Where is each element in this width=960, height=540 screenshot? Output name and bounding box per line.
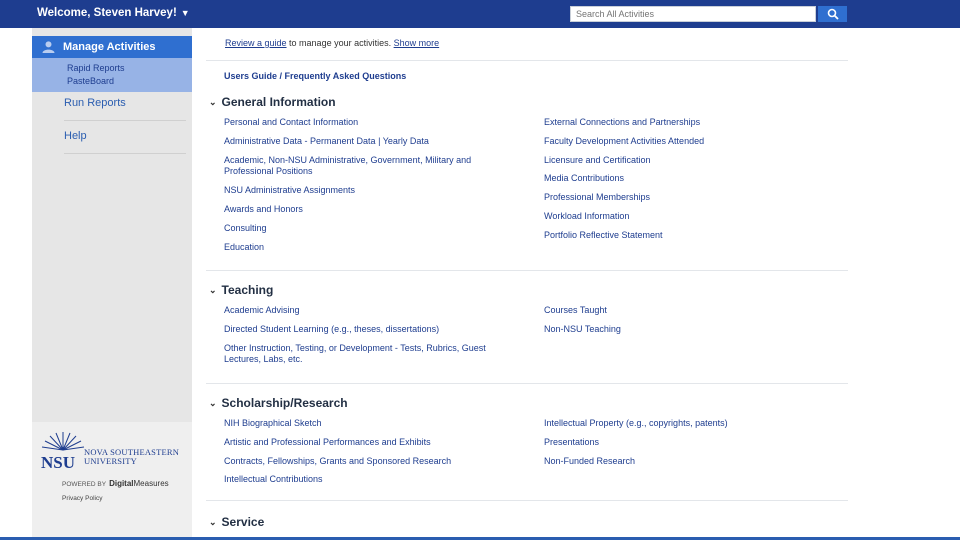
section-service[interactable]: ⌄ Service	[209, 515, 264, 529]
section-teaching[interactable]: ⌄ Teaching	[209, 283, 273, 297]
chevron-down-icon: ⌄	[209, 96, 217, 107]
search-icon	[827, 8, 839, 20]
nav-run-reports[interactable]: Run Reports	[64, 97, 126, 109]
activity-link[interactable]: Education	[224, 242, 264, 253]
activity-link[interactable]: Non-NSU Teaching	[544, 324, 621, 335]
activity-link[interactable]: Non-Funded Research	[544, 456, 635, 467]
activity-link[interactable]: Directed Student Learning (e.g., theses,…	[224, 324, 439, 335]
nav-help[interactable]: Help	[64, 130, 87, 142]
nav-pasteboard[interactable]: PasteBoard	[67, 76, 114, 86]
user-icon	[42, 41, 55, 53]
activity-link[interactable]: NIH Biographical Sketch	[224, 418, 322, 429]
activity-link[interactable]: Other Instruction, Testing, or Developme…	[224, 343, 494, 365]
chevron-down-icon: ⌄	[209, 516, 217, 527]
nav-manage-activities-label: Manage Activities	[63, 41, 156, 53]
activity-link[interactable]: Intellectual Contributions	[224, 474, 323, 485]
main-content: Review a guide to manage your activities…	[206, 28, 848, 540]
nsu-logo-icon: NSU	[41, 432, 85, 472]
activity-link[interactable]: NSU Administrative Assignments	[224, 185, 355, 196]
users-guide-link[interactable]: Users Guide / Frequently Asked Questions	[224, 71, 406, 81]
activity-link[interactable]: Presentations	[544, 437, 599, 448]
activity-link[interactable]: Contracts, Fellowships, Grants and Spons…	[224, 456, 451, 467]
dm-bold: Digital	[109, 479, 134, 488]
activity-link[interactable]: Courses Taught	[544, 305, 607, 316]
privacy-policy-link[interactable]: Privacy Policy	[62, 495, 102, 502]
review-guide-text: to manage your activities.	[286, 38, 394, 48]
activity-link[interactable]: Academic, Non-NSU Administrative, Govern…	[224, 155, 494, 177]
activity-link[interactable]: Professional Memberships	[544, 192, 650, 203]
divider	[206, 383, 848, 384]
show-more-link[interactable]: Show more	[394, 38, 440, 48]
search-input[interactable]	[570, 6, 816, 22]
university-name-line2: UNIVERSITY	[84, 456, 137, 466]
digital-measures-logo: DigitalMeasures	[109, 479, 169, 488]
section-title: General Information	[221, 95, 336, 109]
activity-link[interactable]: Licensure and Certification	[544, 155, 651, 166]
dm-suffix: Measures	[133, 479, 169, 488]
activity-link[interactable]: Workload Information	[544, 211, 629, 222]
section-title: Teaching	[221, 283, 274, 297]
divider	[64, 120, 186, 121]
activity-link[interactable]: Faculty Development Activities Attended	[544, 136, 704, 147]
activity-link[interactable]: Portfolio Reflective Statement	[544, 230, 663, 241]
welcome-text: Welcome, Steven Harvey!	[37, 7, 177, 19]
nav-rapid-reports[interactable]: Rapid Reports	[67, 63, 125, 73]
section-title: Service	[221, 515, 265, 529]
activity-link[interactable]: Awards and Honors	[224, 204, 303, 215]
nav-manage-activities[interactable]: Manage Activities	[32, 36, 192, 58]
divider	[206, 500, 848, 501]
chevron-down-icon: ⌄	[209, 397, 217, 408]
review-guide-line: Review a guide to manage your activities…	[225, 38, 439, 48]
top-bar: Welcome, Steven Harvey! ▼	[0, 0, 960, 28]
activity-link[interactable]: Administrative Data - Permanent Data | Y…	[224, 136, 429, 147]
activity-link[interactable]: Consulting	[224, 223, 267, 234]
powered-by-label: POWERED BY	[62, 481, 107, 488]
divider	[206, 270, 848, 271]
user-menu[interactable]: Welcome, Steven Harvey! ▼	[37, 7, 190, 19]
nsu-abbr: NSU	[41, 453, 75, 472]
divider	[206, 60, 848, 61]
nav-manage-activities-group: Manage Activities Rapid Reports PasteBoa…	[32, 36, 192, 92]
divider	[64, 153, 186, 154]
section-title: Scholarship/Research	[221, 396, 348, 410]
activity-link[interactable]: Media Contributions	[544, 173, 624, 184]
section-general-information[interactable]: ⌄ General Information	[209, 95, 336, 109]
branding-area: NSU NOVA SOUTHEASTERN UNIVERSITY POWERED…	[32, 422, 192, 540]
section-scholarship-research[interactable]: ⌄ Scholarship/Research	[209, 396, 348, 410]
search-button[interactable]	[818, 6, 847, 22]
powered-by: POWERED BY DigitalMeasures	[62, 479, 169, 488]
review-guide-link[interactable]: Review a guide	[225, 38, 287, 48]
chevron-down-icon: ⌄	[209, 284, 217, 295]
university-name: NOVA SOUTHEASTERN UNIVERSITY	[84, 448, 179, 466]
caret-down-icon: ▼	[180, 8, 190, 18]
activity-link[interactable]: Artistic and Professional Performances a…	[224, 437, 431, 448]
activity-link[interactable]: Personal and Contact Information	[224, 117, 358, 128]
activity-link[interactable]: External Connections and Partnerships	[544, 117, 700, 128]
activity-link[interactable]: Intellectual Property (e.g., copyrights,…	[544, 418, 728, 429]
activity-link[interactable]: Academic Advising	[224, 305, 300, 316]
